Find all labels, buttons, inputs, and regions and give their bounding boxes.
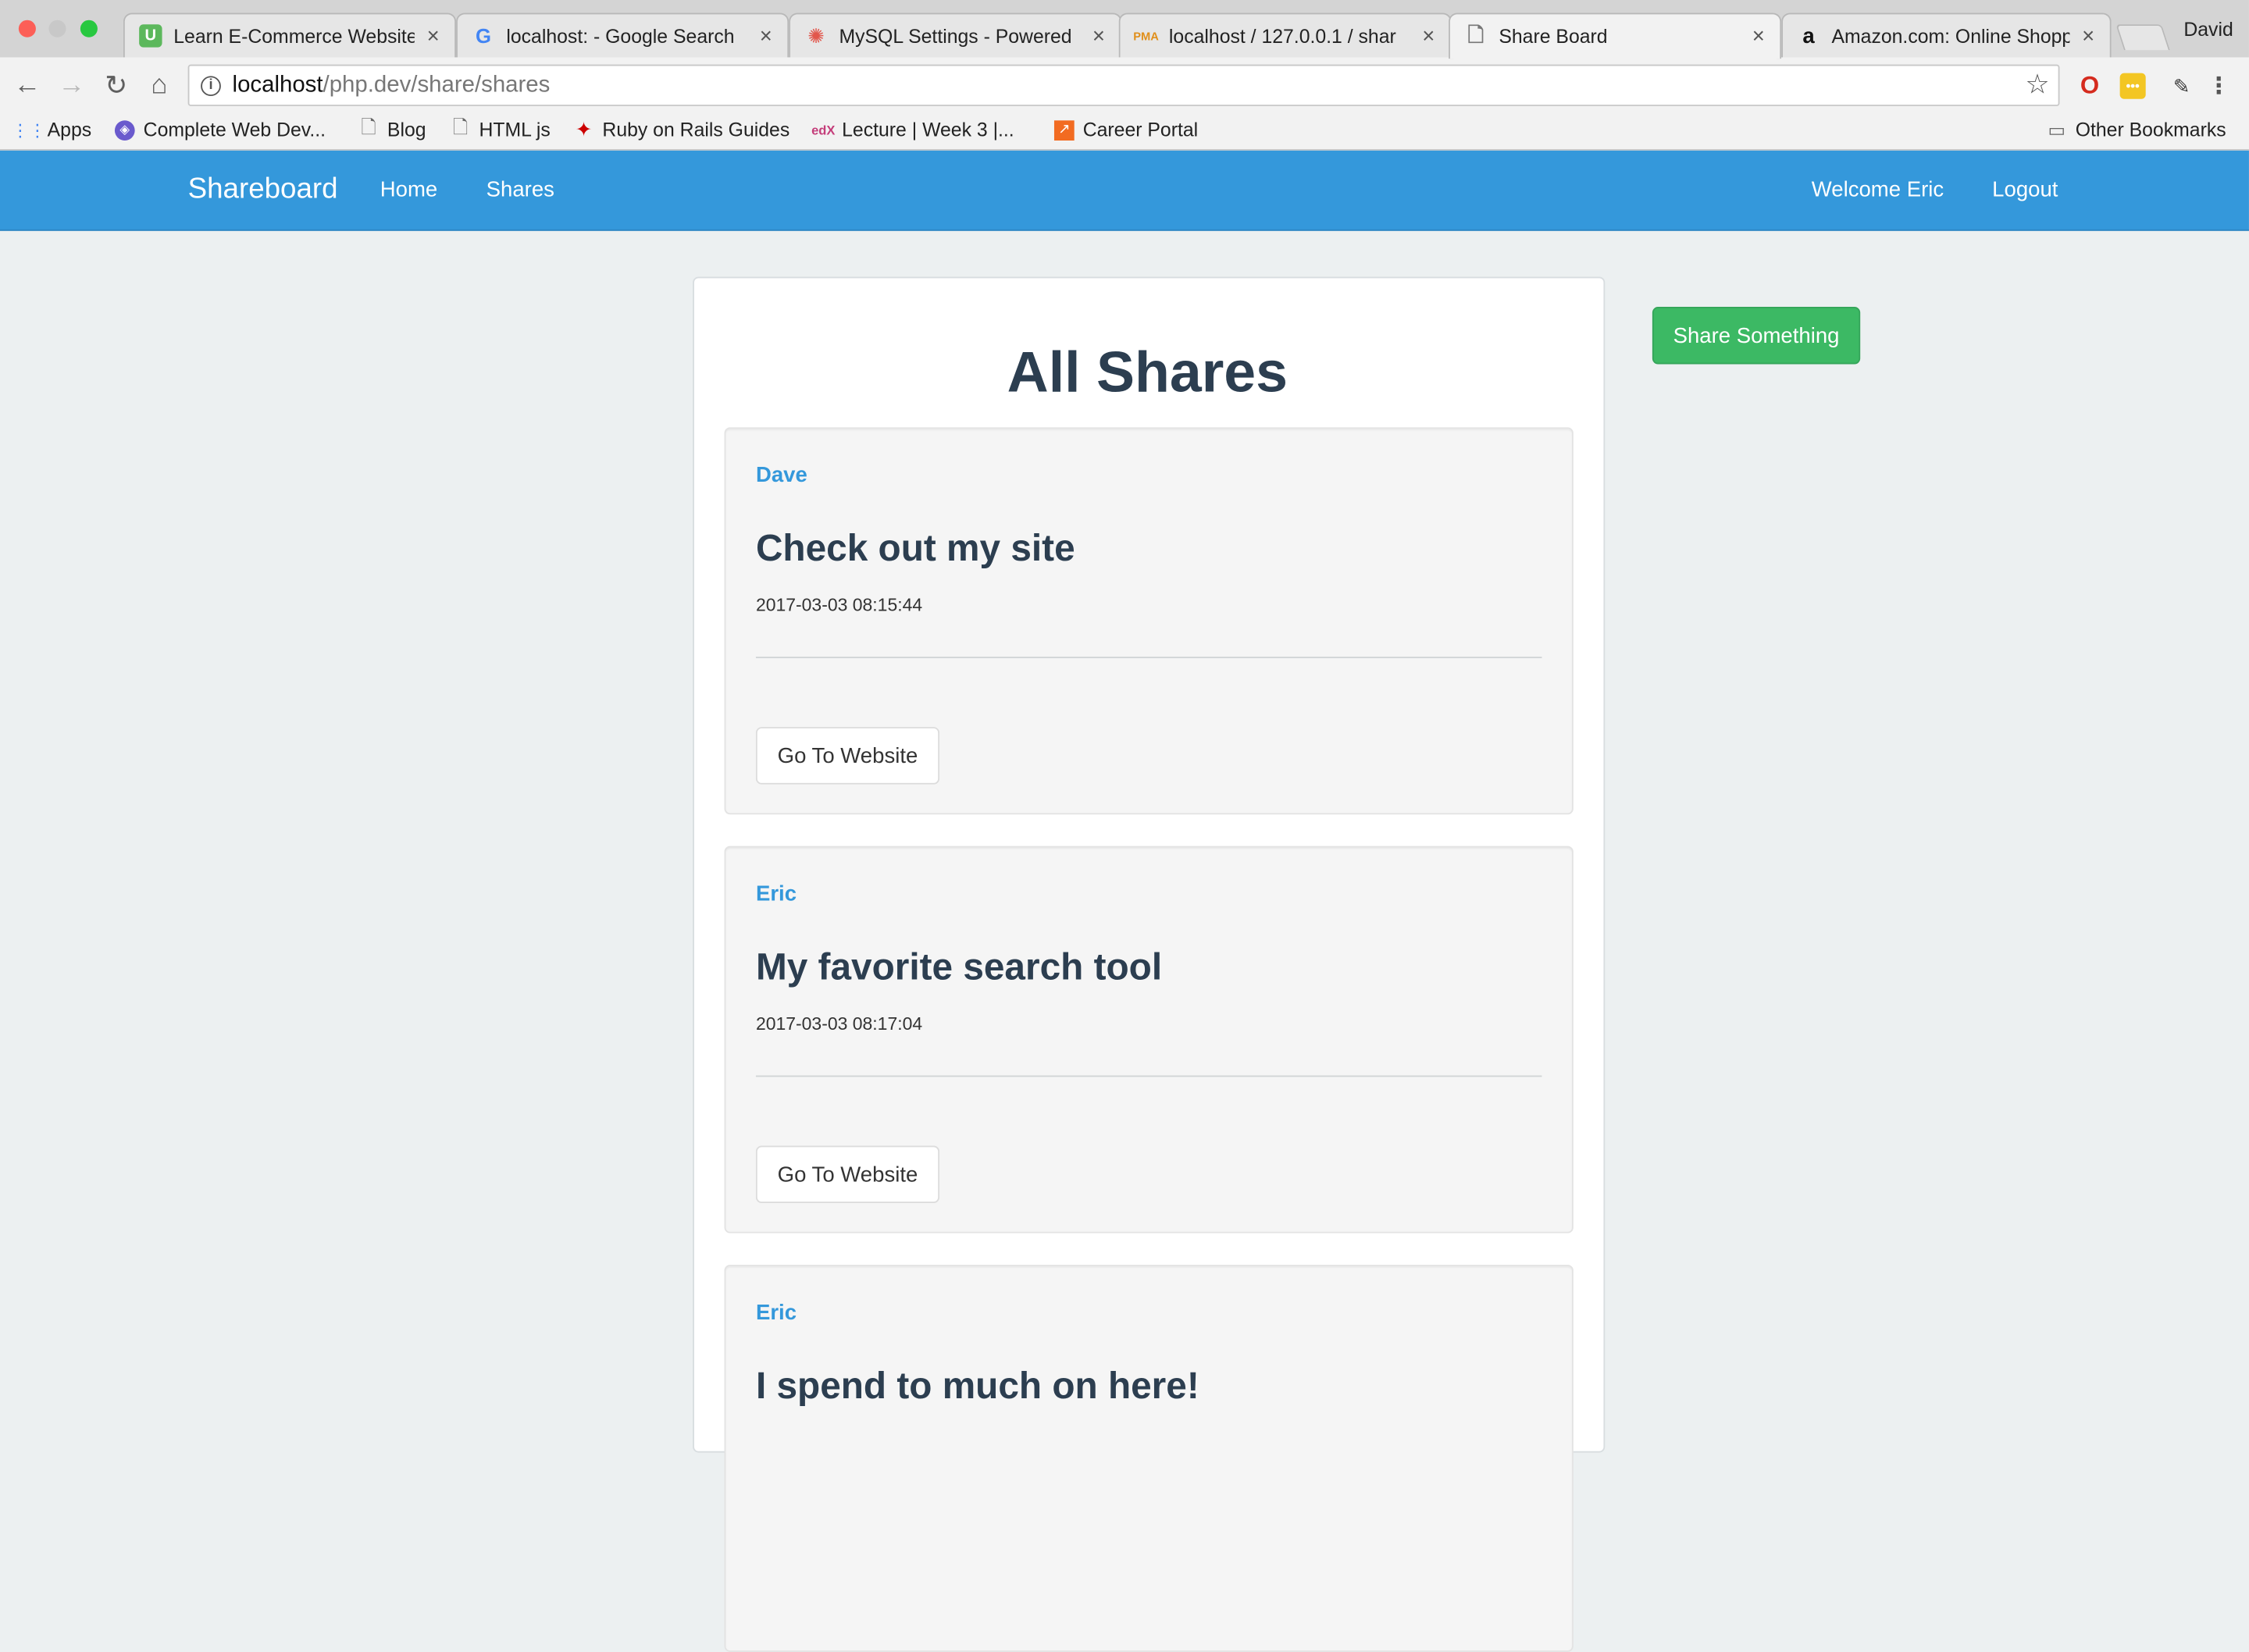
browser-tab[interactable]: a Amazon.com: Online Shopp × [1781, 12, 2112, 58]
rails-icon: ✦ [575, 117, 593, 141]
phpmyadmin-icon: PMA [1133, 29, 1159, 43]
page-icon: 🗋 [1467, 22, 1484, 45]
portal-icon: ↗ [1053, 119, 1075, 141]
share-title: My favorite search tool [755, 945, 1163, 988]
browser-tab-active[interactable]: 🗋 Share Board × [1449, 12, 1782, 59]
url-host: localhost [232, 72, 323, 97]
share-card: Eric My favorite search tool 2017-03-03 … [724, 846, 1574, 1234]
close-tab-icon[interactable]: × [1748, 24, 1769, 48]
google-icon: G [475, 24, 491, 48]
nav-home-link[interactable]: Home [380, 178, 437, 202]
close-tab-icon[interactable]: × [1418, 23, 1438, 48]
maximize-window-button[interactable] [80, 20, 98, 37]
site-navbar: Shareboard Home Shares Welcome Eric Logo… [0, 150, 2249, 231]
share-card: Eric I spend to much on here! [724, 1264, 1574, 1652]
nav-shares-link[interactable]: Shares [487, 178, 554, 202]
bookmark-apps[interactable]: ⋮⋮ Apps [11, 119, 91, 141]
close-window-button[interactable] [18, 20, 36, 37]
browser-tab-strip: U Learn E-Commerce Website × G localhost… [0, 0, 2249, 59]
share-date: 2017-03-03 08:17:04 [755, 1013, 923, 1034]
notes-extension-icon[interactable]: ••• [2119, 73, 2146, 99]
reload-icon[interactable]: ↻ [101, 70, 132, 101]
forward-arrow-icon[interactable]: → [56, 70, 87, 101]
page-icon: 🗋 [361, 115, 376, 137]
menu-dots-icon[interactable]: ⋮ [2206, 73, 2232, 99]
logout-link[interactable]: Logout [1992, 178, 2058, 202]
share-date: 2017-03-03 08:15:44 [755, 595, 923, 615]
close-tab-icon[interactable]: × [2078, 23, 2098, 48]
close-tab-icon[interactable]: × [756, 23, 776, 48]
other-bookmarks-folder[interactable]: ▭ Other Bookmarks [2047, 119, 2226, 141]
browser-tab[interactable]: PMA localhost / 127.0.0.1 / shar × [1118, 12, 1452, 58]
opera-extension-icon[interactable]: O [2077, 72, 2103, 99]
new-tab-button[interactable] [2115, 24, 2170, 51]
bookmark-star-icon[interactable]: ☆ [2025, 69, 2049, 101]
welcome-user-link[interactable]: Welcome Eric [1812, 178, 1944, 202]
close-tab-icon[interactable]: × [1089, 23, 1109, 48]
brand-link[interactable]: Shareboard [188, 173, 338, 206]
shield-icon: ◈ [114, 119, 135, 141]
page-icon: 🗋 [452, 115, 469, 137]
home-icon[interactable]: ⌂ [144, 70, 175, 101]
browser-tab[interactable]: U Learn E-Commerce Website × [123, 12, 457, 58]
edx-icon: edX [811, 123, 836, 137]
folder-icon: ▭ [2048, 118, 2066, 141]
share-author: Eric [755, 1300, 797, 1326]
site-info-icon[interactable]: i [201, 75, 221, 96]
udemy-icon: U [139, 24, 162, 48]
bookmark-item[interactable]: 🗋 Blog [358, 115, 426, 141]
amazon-icon: a [1802, 23, 1815, 48]
share-title: I spend to much on here! [755, 1363, 1199, 1407]
bookmark-item[interactable]: ◈ Complete Web Dev... [114, 119, 326, 141]
gear-logo-icon: ✺ [807, 23, 825, 47]
bookmark-item[interactable]: ↗ Career Portal [1053, 119, 1198, 141]
share-card: Dave Check out my site 2017-03-03 08:15:… [724, 427, 1574, 815]
share-something-button[interactable]: Share Something [1652, 307, 1861, 365]
address-bar[interactable]: i localhost/php.dev/share/shares ☆ [187, 64, 2060, 106]
divider [755, 1075, 1542, 1077]
bookmark-item[interactable]: edX Lecture | Week 3 |... [811, 119, 1014, 141]
bookmark-item[interactable]: 🗋 HTML js [451, 115, 551, 141]
bookmarks-bar: ⋮⋮ Apps ◈ Complete Web Dev... 🗋 Blog 🗋 H… [0, 114, 2249, 151]
share-author: Eric [755, 881, 797, 906]
share-author: Dave [755, 463, 807, 488]
page-title: All Shares [1007, 341, 1288, 404]
go-to-website-button[interactable]: Go To Website [755, 1145, 940, 1203]
browser-toolbar: ← → ↻ ⌂ i localhost/php.dev/share/shares… [0, 57, 2249, 115]
eyedropper-extension-icon[interactable]: ✎ [2169, 73, 2194, 99]
apps-grid-icon: ⋮⋮ [11, 119, 46, 141]
profile-name[interactable]: David [2183, 19, 2233, 41]
browser-tab[interactable]: G localhost: - Google Search × [456, 12, 789, 58]
browser-tab[interactable]: ✺ MySQL Settings - Powered × [789, 12, 1122, 58]
divider [755, 657, 1542, 659]
back-arrow-icon[interactable]: ← [12, 70, 43, 101]
share-title: Check out my site [755, 526, 1075, 570]
close-tab-icon[interactable]: × [423, 23, 444, 48]
bookmark-item[interactable]: ✦ Ruby on Rails Guides [574, 117, 790, 141]
go-to-website-button[interactable]: Go To Website [755, 727, 940, 785]
url-path: /php.dev/share/shares [323, 72, 551, 97]
minimize-window-button[interactable] [48, 20, 66, 37]
